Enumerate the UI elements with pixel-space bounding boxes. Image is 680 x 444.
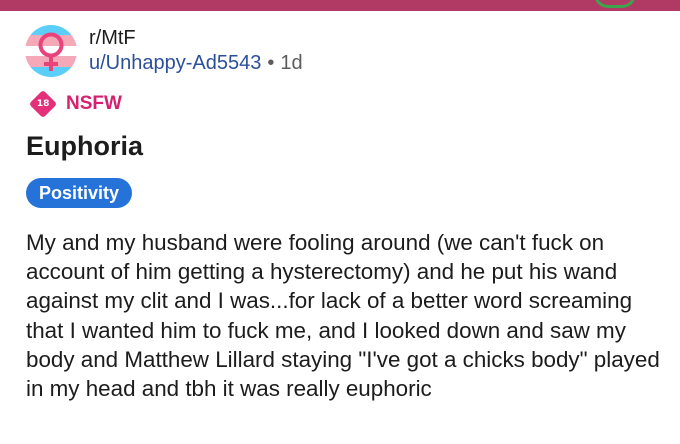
nsfw-badge-text: 18 — [36, 99, 50, 109]
subreddit-name[interactable]: r/MtF — [89, 26, 303, 50]
nsfw-18-diamond-icon: 18 — [28, 89, 58, 119]
post-body: My and my husband were fooling around (w… — [26, 230, 660, 402]
nsfw-tag: 18 NSFW — [28, 89, 122, 119]
nsfw-label: NSFW — [66, 93, 122, 114]
female-symbol-icon — [38, 32, 64, 71]
post-header: r/MtF u/Unhappy-Ad5543 • 1d — [25, 25, 303, 77]
top-bar-decoration — [594, 0, 636, 8]
subreddit-avatar[interactable] — [25, 25, 77, 77]
post-title: Euphoria — [26, 131, 144, 161]
post-flair[interactable]: Positivity — [26, 178, 133, 208]
author-link[interactable]: u/Unhappy-Ad5543 — [89, 52, 261, 74]
post-age: 1d — [280, 52, 303, 74]
app-top-bar — [0, 0, 680, 11]
separator-dot: • — [267, 52, 275, 74]
